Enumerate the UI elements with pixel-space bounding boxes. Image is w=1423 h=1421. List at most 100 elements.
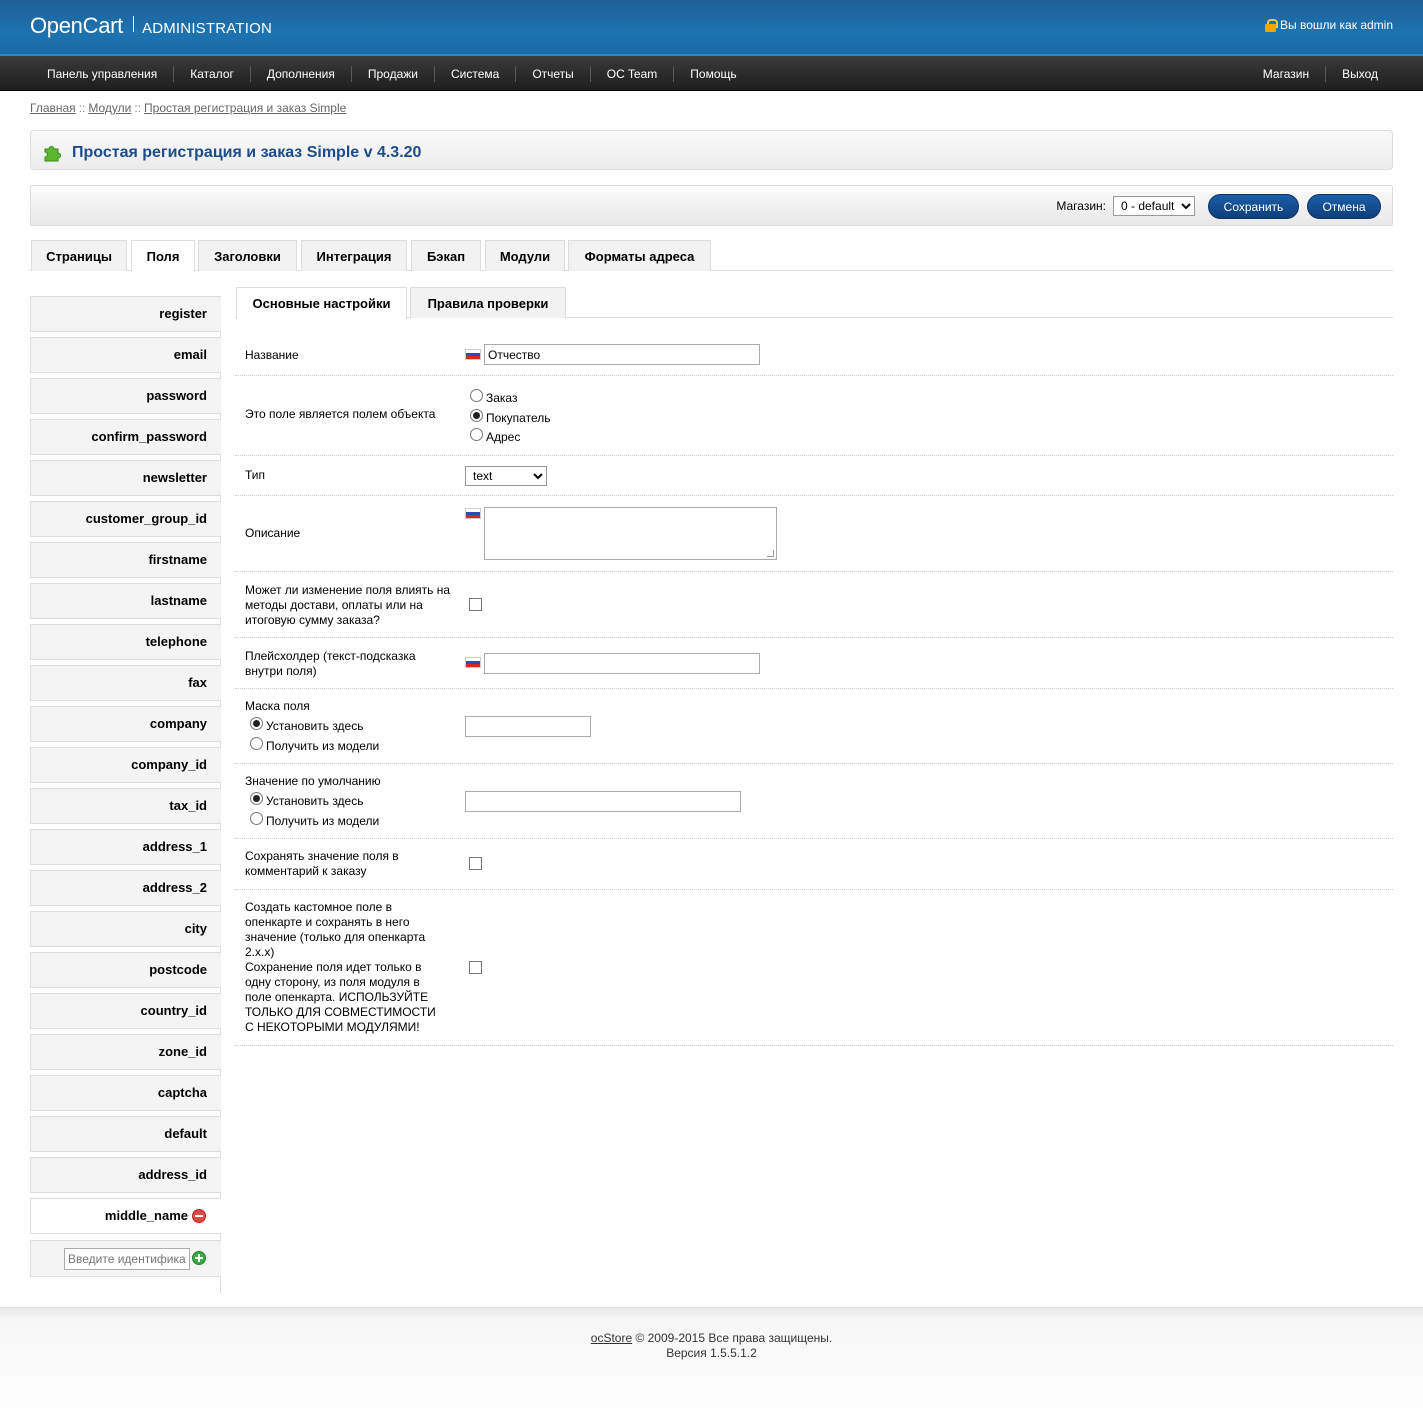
- footer: ocStore © 2009-2015 Все права защищены. …: [0, 1307, 1423, 1421]
- menu-system[interactable]: Система: [433, 65, 515, 82]
- object-radio-order[interactable]: [470, 389, 483, 402]
- custom-field-checkbox[interactable]: [469, 961, 482, 974]
- menu-sales[interactable]: Продажи: [350, 65, 434, 82]
- subtab-main-settings[interactable]: Основные настройки: [236, 287, 407, 319]
- default-option-set-here: Установить здесь: [266, 794, 364, 808]
- type-select[interactable]: text: [465, 466, 547, 486]
- tab-backup[interactable]: Бэкап: [411, 240, 481, 271]
- field-item-firstname[interactable]: firstname: [30, 542, 221, 578]
- tab-integration[interactable]: Интеграция: [301, 240, 407, 271]
- field-item-middle-name[interactable]: middle_name: [30, 1198, 221, 1234]
- breadcrumb-modules[interactable]: Модули: [88, 101, 131, 115]
- save-button[interactable]: Сохранить: [1208, 194, 1299, 219]
- field-item-customer-group-id[interactable]: customer_group_id: [30, 501, 221, 537]
- affects-checkbox[interactable]: [469, 598, 482, 611]
- field-item-telephone[interactable]: telephone: [30, 624, 221, 660]
- menu-extensions[interactable]: Дополнения: [249, 65, 351, 82]
- row-object: Это поле является полем объекта Заказ По…: [235, 376, 1393, 456]
- tab-modules[interactable]: Модули: [485, 240, 565, 271]
- row-placeholder: Плейсхолдер (текст-подсказка внутри поля…: [235, 638, 1393, 689]
- mask-radio-set-here[interactable]: [250, 717, 263, 730]
- description-textarea[interactable]: [484, 507, 777, 560]
- tab-address-formats[interactable]: Форматы адреса: [568, 240, 711, 271]
- mask-option-set-here: Установить здесь: [266, 719, 364, 733]
- save-comment-label: Сохранять значение поля в комментарий к …: [245, 849, 399, 878]
- main-tabs: Страницы Поля Заголовки Интеграция Бэкап…: [30, 240, 1393, 272]
- tab-fields[interactable]: Поля: [131, 240, 195, 272]
- add-icon[interactable]: [192, 1251, 206, 1265]
- tab-pages[interactable]: Страницы: [31, 240, 127, 271]
- field-item-tax-id[interactable]: tax_id: [30, 788, 221, 824]
- field-item-newsletter[interactable]: newsletter: [30, 460, 221, 496]
- field-item-zone-id[interactable]: zone_id: [30, 1034, 221, 1070]
- menu-logout[interactable]: Выход: [1325, 65, 1394, 82]
- field-item-company-id[interactable]: company_id: [30, 747, 221, 783]
- field-item-company[interactable]: company: [30, 706, 221, 742]
- field-item-label: newsletter: [142, 470, 207, 485]
- logo[interactable]: OpenCart ADMINISTRATION: [30, 13, 272, 39]
- page-title: Простая регистрация и заказ Simple v 4.3…: [72, 144, 422, 161]
- field-item-register[interactable]: register: [30, 296, 221, 332]
- field-item-label: postcode: [149, 962, 207, 977]
- subtab-validation-rules[interactable]: Правила проверки: [410, 287, 566, 318]
- breadcrumb-separator: ::: [134, 101, 142, 115]
- default-input[interactable]: [465, 791, 741, 812]
- breadcrumb-home[interactable]: Главная: [30, 101, 76, 115]
- ru-flag-icon: [465, 657, 481, 668]
- default-label: Значение по умолчанию: [245, 774, 381, 788]
- menu-store[interactable]: Магазин: [1247, 66, 1325, 82]
- field-item-address-1[interactable]: address_1: [30, 829, 221, 865]
- field-item-password[interactable]: password: [30, 378, 221, 414]
- tab-headers[interactable]: Заголовки: [198, 240, 297, 271]
- new-field-id-input[interactable]: [64, 1248, 190, 1270]
- store-select[interactable]: 0 - default: [1113, 196, 1195, 216]
- puzzle-icon: [44, 146, 61, 162]
- field-item-confirm-password[interactable]: confirm_password: [30, 419, 221, 455]
- save-comment-checkbox[interactable]: [469, 857, 482, 870]
- field-item-address-2[interactable]: address_2: [30, 870, 221, 906]
- field-item-postcode[interactable]: postcode: [30, 952, 221, 988]
- mask-radio-from-model[interactable]: [250, 737, 263, 750]
- name-input[interactable]: [484, 344, 760, 365]
- field-item-fax[interactable]: fax: [30, 665, 221, 701]
- menu-help[interactable]: Помощь: [673, 65, 752, 82]
- mask-input[interactable]: [465, 716, 591, 737]
- remove-icon[interactable]: [192, 1209, 206, 1223]
- menu-reports[interactable]: Отчеты: [515, 65, 589, 82]
- field-item-email[interactable]: email: [30, 337, 221, 373]
- breadcrumb-current[interactable]: Простая регистрация и заказ Simple: [144, 101, 346, 115]
- field-item-label: address_1: [142, 839, 207, 854]
- menu-catalog[interactable]: Каталог: [173, 65, 250, 82]
- field-item-default[interactable]: default: [30, 1116, 221, 1152]
- field-item-city[interactable]: city: [30, 911, 221, 947]
- row-default: Значение по умолчанию Установить здесь П…: [235, 764, 1393, 839]
- login-text: Вы вошли как admin: [1280, 18, 1393, 32]
- field-item-address-id[interactable]: address_id: [30, 1157, 221, 1193]
- menu-dashboard[interactable]: Панель управления: [31, 66, 173, 82]
- default-radio-set-here[interactable]: [250, 792, 263, 805]
- name-label: Название: [245, 348, 299, 362]
- toolbar: Магазин: 0 - default Сохранить Отмена: [30, 185, 1393, 226]
- footer-version: Версия 1.5.5.1.2: [666, 1346, 757, 1360]
- add-field-row: [30, 1240, 221, 1277]
- type-label: Тип: [245, 468, 266, 482]
- field-item-lastname[interactable]: lastname: [30, 583, 221, 619]
- placeholder-input[interactable]: [484, 653, 760, 674]
- field-item-label: password: [146, 388, 207, 403]
- object-radio-address[interactable]: [470, 428, 483, 441]
- default-radio-from-model[interactable]: [250, 812, 263, 825]
- description-label: Описание: [245, 526, 301, 540]
- logo-text: OpenCart: [30, 13, 123, 38]
- footer-ocstore-link[interactable]: ocStore: [591, 1331, 632, 1345]
- object-label: Это поле является полем объекта: [245, 407, 436, 421]
- field-item-captcha[interactable]: captcha: [30, 1075, 221, 1111]
- row-name: Название: [235, 334, 1393, 376]
- field-list: register email password confirm_password…: [30, 296, 221, 1293]
- field-item-label: email: [173, 347, 207, 362]
- mask-option-from-model: Получить из модели: [266, 739, 380, 753]
- field-item-country-id[interactable]: country_id: [30, 993, 221, 1029]
- cancel-button[interactable]: Отмена: [1307, 194, 1381, 219]
- field-item-label: address_2: [142, 880, 207, 895]
- menu-oc-team[interactable]: OC Team: [589, 65, 673, 82]
- object-radio-customer[interactable]: [470, 409, 483, 422]
